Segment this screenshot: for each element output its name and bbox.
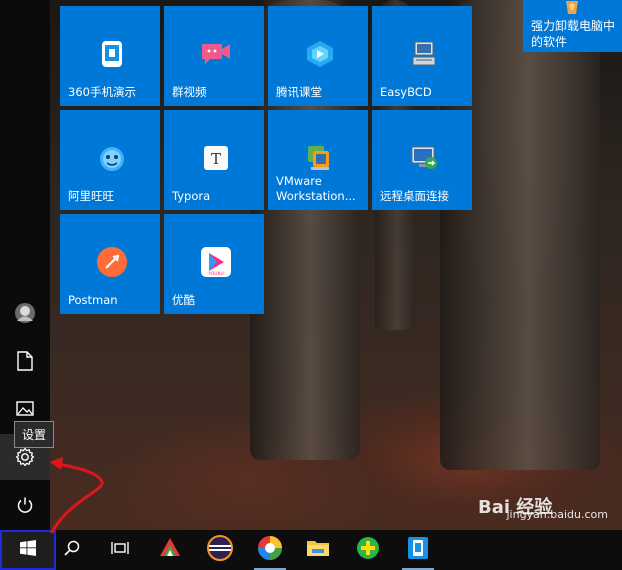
- gear-icon: [15, 447, 35, 467]
- taskbar-app[interactable]: [246, 530, 294, 570]
- taskbar-app[interactable]: [146, 530, 194, 570]
- tile-label: 远程桌面连接: [380, 189, 449, 203]
- picture-icon: [16, 401, 34, 417]
- taskbar-app[interactable]: [394, 530, 442, 570]
- tile-group-video[interactable]: 群视频: [164, 6, 264, 106]
- tile-label: Typora: [172, 189, 211, 203]
- rainbow-app-icon: [257, 535, 283, 565]
- colorful-app-icon: [158, 536, 182, 564]
- svg-text:T: T: [211, 150, 221, 168]
- tile-label: 腾讯课堂: [276, 85, 322, 99]
- power-icon: [16, 496, 34, 514]
- tile-easybcd[interactable]: EasyBCD: [372, 6, 472, 106]
- document-icon: [17, 351, 33, 371]
- phone-screen-icon: [96, 38, 128, 70]
- computer-icon: [408, 38, 440, 70]
- tile-label: 阿里旺旺: [68, 189, 114, 203]
- tile-remote-desktop[interactable]: 远程桌面连接: [372, 110, 472, 210]
- phone-screen-icon: [407, 536, 429, 564]
- tile-label: 群视频: [172, 85, 207, 99]
- aliwangwang-icon: [96, 142, 128, 174]
- tile-typora[interactable]: T Typora: [164, 110, 264, 210]
- search-button[interactable]: [48, 530, 96, 570]
- tile-label: 优酷: [172, 293, 195, 307]
- youku-icon: YOUKU: [200, 246, 232, 278]
- tile-label: 360手机演示: [68, 85, 136, 99]
- folder-icon: [306, 538, 330, 562]
- task-view-button[interactable]: [96, 530, 144, 570]
- remote-desktop-icon: [408, 142, 440, 174]
- green-plus-icon: [356, 536, 380, 564]
- tile-tencent-classroom[interactable]: 腾讯课堂: [268, 6, 368, 106]
- documents-button[interactable]: [0, 338, 50, 384]
- tencent-classroom-icon: [304, 38, 336, 70]
- windows-logo-icon: [20, 540, 36, 560]
- power-button[interactable]: [0, 482, 50, 528]
- recycle-icon: [563, 0, 581, 14]
- eclipse-icon: [207, 535, 233, 565]
- tile-postman[interactable]: Postman: [60, 214, 160, 314]
- task-view-icon: [111, 540, 129, 560]
- tile-label: EasyBCD: [380, 85, 432, 99]
- tile-uninstaller[interactable]: 强力卸载电脑中的软件: [523, 0, 622, 52]
- taskbar-app-eclipse[interactable]: [196, 530, 244, 570]
- postman-icon: [96, 246, 128, 278]
- user-avatar-button[interactable]: [0, 290, 50, 336]
- watermark-url: jingyan.baidu.com: [506, 508, 608, 521]
- taskbar-app[interactable]: [344, 530, 392, 570]
- tile-aliwangwang[interactable]: 阿里旺旺: [60, 110, 160, 210]
- tile-360-phone[interactable]: 360手机演示: [60, 6, 160, 106]
- vmware-icon: [304, 142, 336, 174]
- tile-label: 强力卸载电脑中的软件: [531, 19, 616, 49]
- tile-youku[interactable]: YOUKU 优酷: [164, 214, 264, 314]
- tile-label: VMware Workstation...: [276, 174, 356, 203]
- start-menu-rail: [0, 0, 50, 530]
- taskbar: [0, 530, 622, 570]
- video-chat-icon: [200, 38, 232, 70]
- svg-text:YOUKU: YOUKU: [207, 271, 223, 277]
- search-icon: [64, 540, 80, 560]
- taskbar-app-file-explorer[interactable]: [294, 530, 342, 570]
- tile-vmware[interactable]: VMware Workstation...: [268, 110, 368, 210]
- user-avatar-icon: [14, 302, 36, 324]
- settings-tooltip: 设置: [14, 421, 55, 448]
- typora-icon: T: [200, 142, 232, 174]
- tile-label: Postman: [68, 293, 118, 307]
